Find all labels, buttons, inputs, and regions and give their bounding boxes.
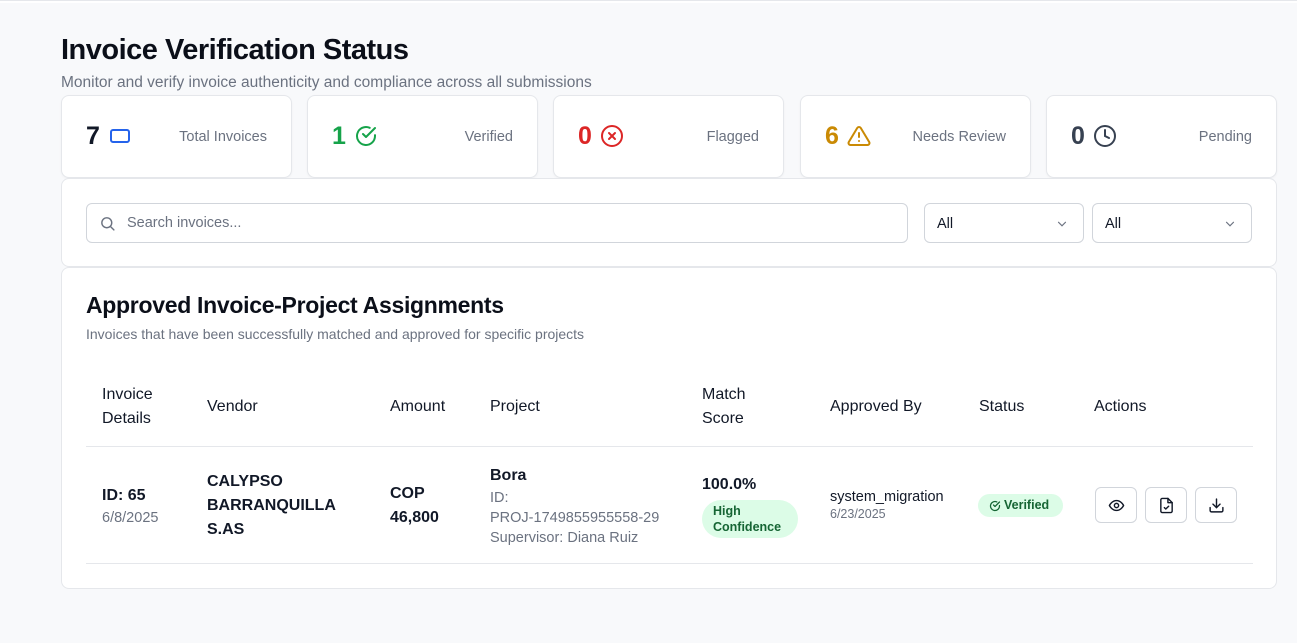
th-actions: Actions [1094, 398, 1147, 415]
type-filter-select[interactable]: All [1092, 203, 1252, 243]
invoice-id: ID: 65 [102, 487, 146, 504]
approved-assignments-card: Approved Invoice-Project Assignments Inv… [61, 267, 1277, 589]
confidence-line: Confidence [713, 520, 782, 534]
status-label: Verified [1004, 498, 1050, 512]
stat-card-pending: 0 Pending [1046, 95, 1277, 178]
view-document-button[interactable] [1145, 487, 1187, 523]
stat-value: 0 [1071, 122, 1085, 150]
th-project: Project [490, 398, 540, 415]
stat-card-total: 7 Total Invoices [61, 95, 292, 178]
stat-label: Flagged [706, 129, 759, 145]
stat-value: 1 [332, 122, 346, 150]
chevron-down-icon [1225, 221, 1235, 227]
search-input[interactable] [127, 204, 897, 242]
search-icon [101, 217, 115, 231]
th-line: Match [702, 386, 746, 403]
stat-value: 7 [86, 122, 100, 150]
approved-date: 6/23/2025 [830, 507, 886, 521]
clock-icon [1094, 125, 1116, 147]
amount-currency: COP [390, 485, 425, 502]
cell-approved-by: system_migration 6/23/2025 [830, 488, 944, 522]
th-amount: Amount [390, 398, 446, 415]
select-value: All [937, 216, 954, 232]
page-title: Invoice Verification Status [61, 34, 409, 66]
project-id: PROJ-1749855955558-29 [490, 510, 660, 526]
stat-value: 6 [825, 122, 839, 150]
vendor-line: S.AS [207, 521, 245, 538]
th-approved-by: Approved By [830, 398, 922, 415]
chevron-down-icon [1057, 221, 1067, 227]
invoice-date: 6/8/2025 [102, 510, 159, 526]
search-box[interactable] [86, 203, 908, 243]
download-icon [1209, 498, 1224, 513]
status-badge: Verified [978, 494, 1063, 517]
stat-card-flagged: 0 Flagged [553, 95, 784, 178]
cell-project: Bora ID: PROJ-1749855955558-29 Superviso… [490, 464, 659, 548]
th-status: Status [979, 398, 1025, 415]
confidence-badge: High Confidence [702, 500, 798, 538]
eye-icon [1108, 499, 1125, 512]
cell-amount: COP 46,800 [390, 482, 439, 530]
rectangle-icon [110, 129, 130, 143]
stat-label: Total Invoices [179, 129, 267, 145]
th-vendor: Vendor [207, 398, 258, 415]
top-bar [0, 0, 1297, 3]
project-supervisor: Supervisor: Diana Ruiz [490, 530, 639, 546]
amount-value: 46,800 [390, 509, 439, 526]
row-divider [86, 563, 1253, 564]
cell-invoice-details: ID: 65 6/8/2025 [102, 484, 158, 528]
vendor-line: BARRANQUILLA [207, 497, 336, 514]
project-name: Bora [490, 467, 527, 484]
th-invoice-details: Invoice Details [102, 383, 153, 431]
stat-label: Verified [464, 129, 513, 145]
select-value: All [1105, 216, 1122, 232]
project-id-label: ID: [490, 490, 509, 506]
view-button[interactable] [1095, 487, 1137, 523]
status-filter-select[interactable]: All [924, 203, 1084, 243]
stat-card-verified: 1 Verified [307, 95, 538, 178]
th-match-score: Match Score [702, 383, 746, 431]
approver-name: system_migration [830, 489, 944, 505]
stat-label: Pending [1198, 129, 1252, 145]
section-title: Approved Invoice-Project Assignments [86, 292, 504, 318]
stat-card-needs-review: 6 Needs Review [800, 95, 1031, 178]
stat-value: 0 [578, 122, 592, 150]
filter-panel: All All [61, 178, 1277, 267]
stat-label: Needs Review [912, 129, 1007, 145]
cell-vendor: CALYPSO BARRANQUILLA S.AS [207, 470, 336, 542]
page-subtitle: Monitor and verify invoice authenticity … [61, 74, 592, 91]
confidence-line: High [713, 504, 741, 518]
warning-triangle-icon [847, 125, 871, 146]
check-circle-icon [989, 500, 1001, 512]
match-score-value: 100.0% [702, 476, 757, 493]
file-check-icon [1160, 497, 1173, 514]
check-circle-icon [356, 126, 376, 146]
x-circle-icon [601, 125, 623, 147]
section-subtitle: Invoices that have been successfully mat… [86, 326, 585, 342]
th-line: Invoice [102, 386, 153, 403]
header-divider [86, 446, 1253, 447]
vendor-line: CALYPSO [207, 473, 283, 490]
th-line: Score [702, 410, 744, 427]
download-button[interactable] [1195, 487, 1237, 523]
th-line: Details [102, 410, 151, 427]
